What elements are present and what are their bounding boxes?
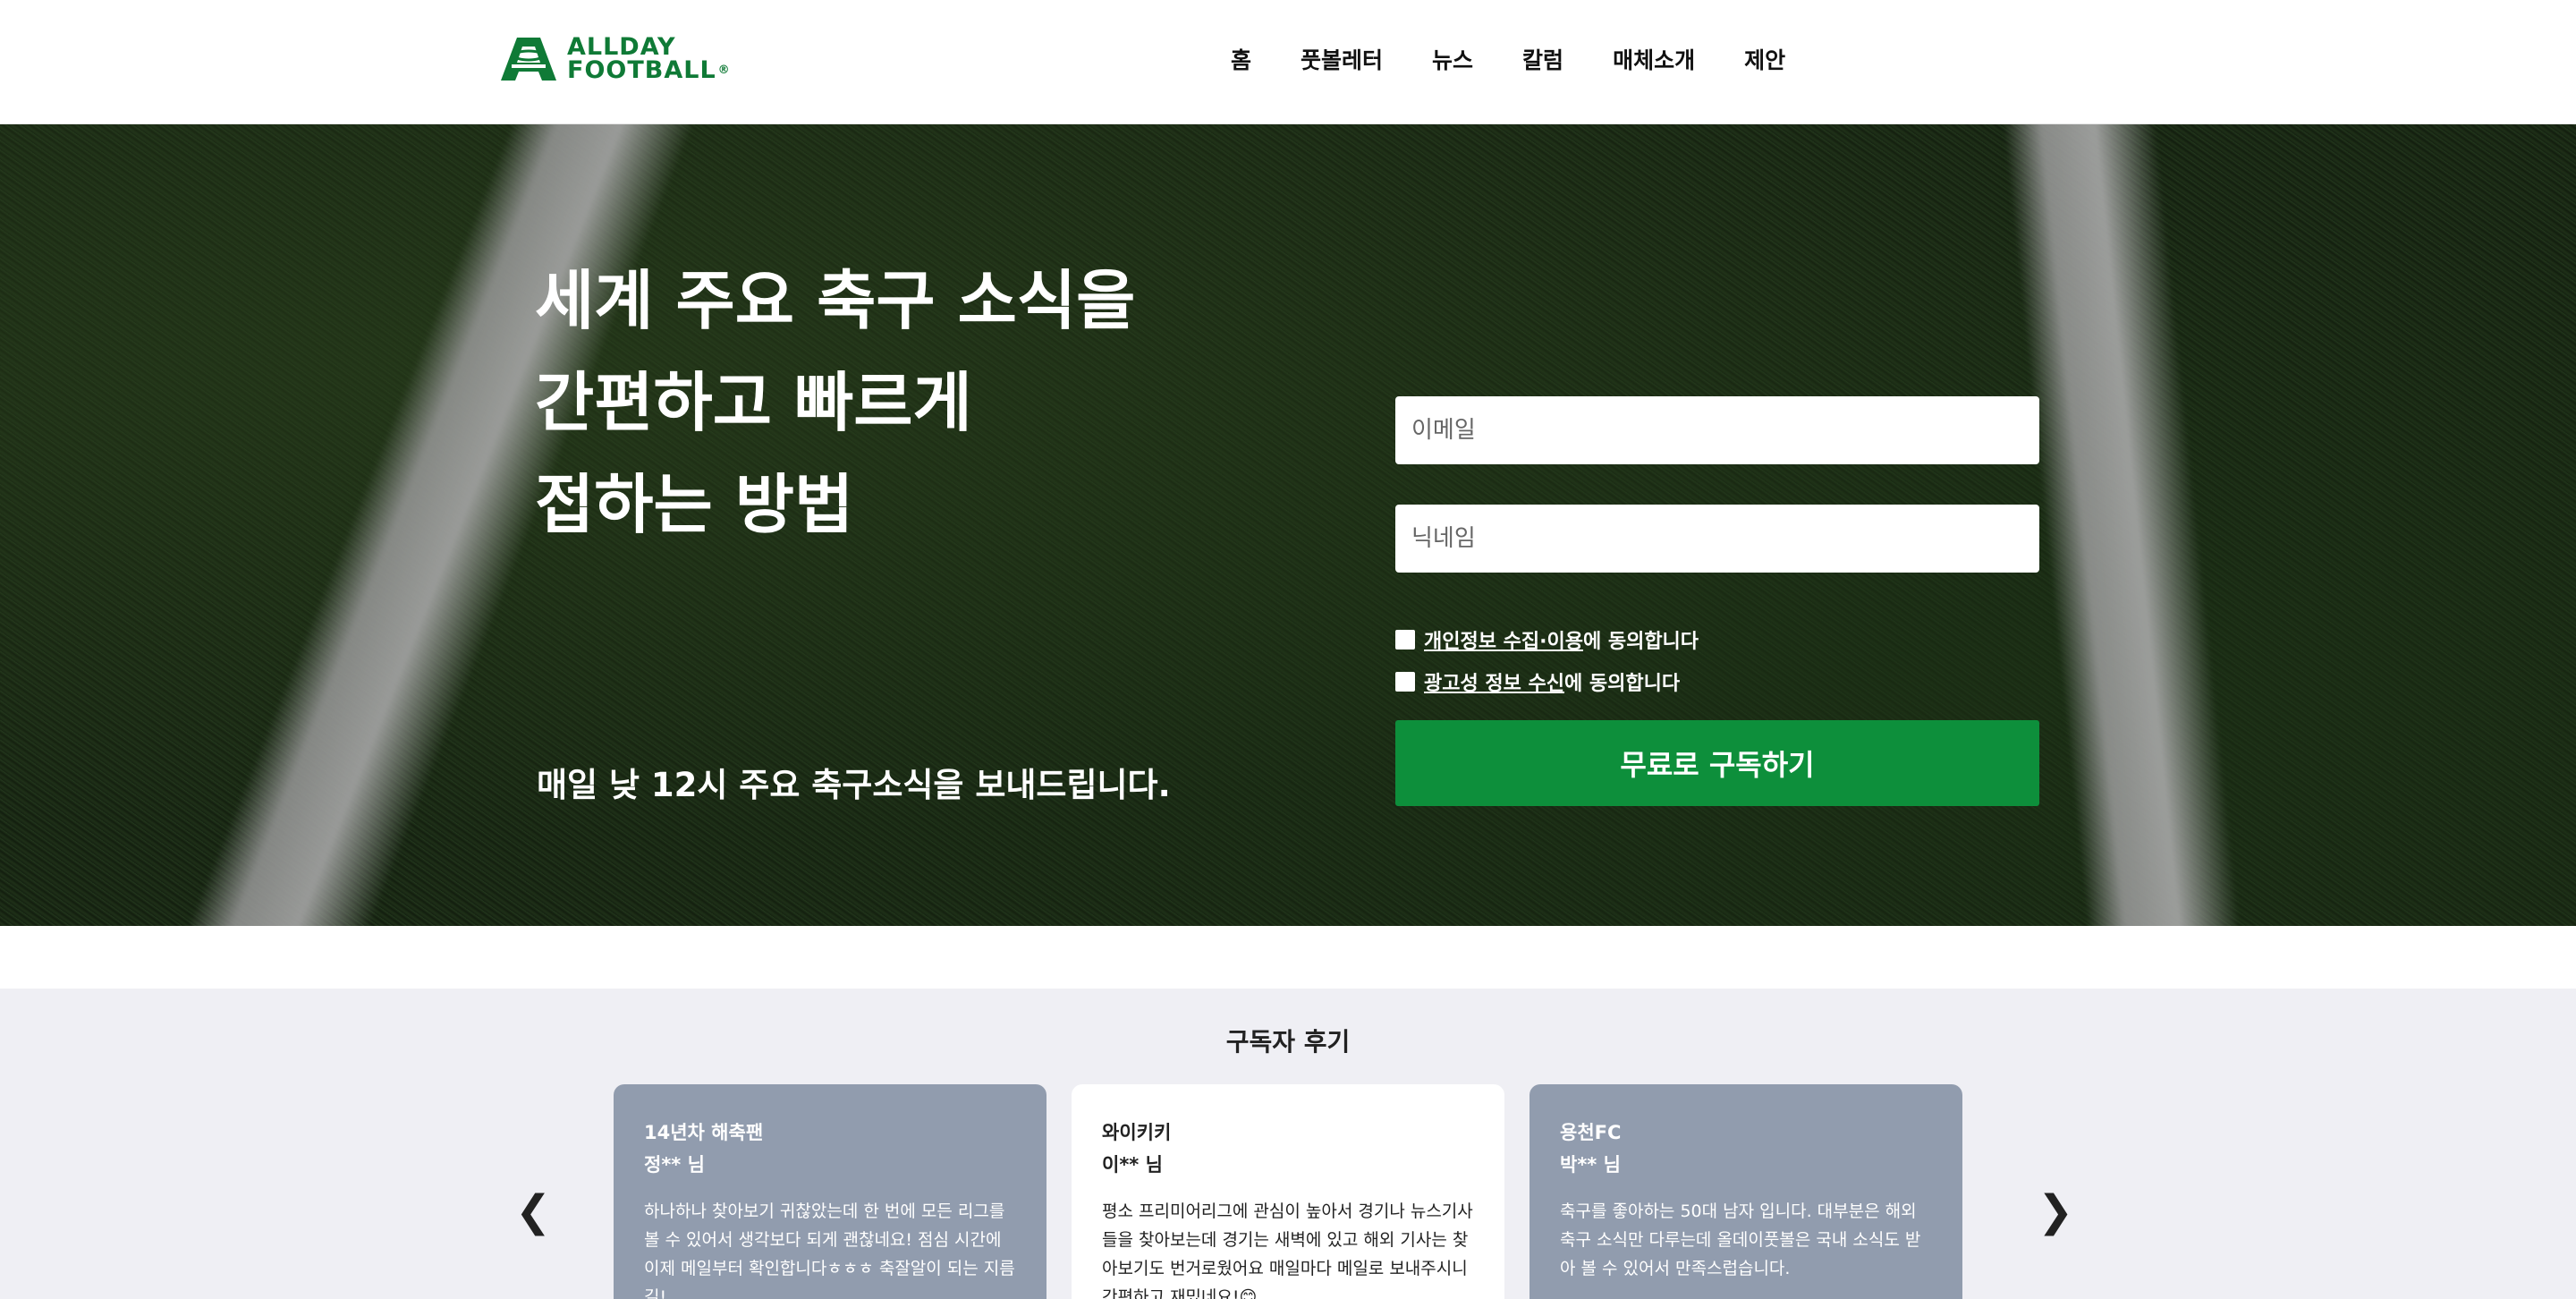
subscribe-button[interactable]: 무료로 구독하기 xyxy=(1395,720,2039,806)
logo-registered-mark: ® xyxy=(717,64,731,77)
nav-home[interactable]: 홈 xyxy=(1231,43,1251,75)
review-card[interactable]: 용천FC 박** 님 축구를 좋아하는 50대 남자 입니다. 대부분은 해외 … xyxy=(1530,1084,1962,1299)
hero-overlay xyxy=(0,124,2576,926)
allday-football-logo[interactable]: ALLDAY FOOTBALL ® xyxy=(499,34,731,84)
review-text: 하나하나 찾아보기 귀찮았는데 한 번에 모든 리그를 볼 수 있어서 생각보다… xyxy=(644,1201,1015,1299)
ads-consent-row: 광고성 정보 수신에 동의합니다 xyxy=(1395,667,1680,696)
headline-line-3: 접하는 방법 xyxy=(535,467,854,542)
headline-line-1: 세계 주요 축구 소식을 xyxy=(535,263,1136,338)
main-nav: 홈 풋볼레터 뉴스 칼럼 매체소개 제안 xyxy=(1216,43,1785,75)
review-team: 용천FC xyxy=(1560,1122,1622,1143)
ads-consent-suffix: 에 동의합니다 xyxy=(1564,673,1681,695)
privacy-policy-link[interactable]: 개인정보 수집·이용 xyxy=(1424,631,1583,653)
headline-line-2: 간편하고 빠르게 xyxy=(535,365,972,440)
review-team: 와이키키 xyxy=(1102,1122,1172,1143)
review-text: 평소 프리미어리그에 관심이 높아서 경기나 뉴스기사들을 찾아보는데 경기는 … xyxy=(1102,1201,1473,1299)
prev-arrow-icon[interactable]: ❮ xyxy=(515,1190,551,1233)
nav-column[interactable]: 칼럼 xyxy=(1522,43,1563,75)
nav-about[interactable]: 매체소개 xyxy=(1613,43,1695,75)
privacy-consent-row: 개인정보 수집·이용에 동의합니다 xyxy=(1395,625,1699,654)
ads-consent-checkbox[interactable] xyxy=(1395,672,1415,692)
privacy-consent-suffix: 에 동의합니다 xyxy=(1582,631,1699,653)
logo-line2: FOOTBALL xyxy=(567,56,716,84)
logo-wordmark: ALLDAY FOOTBALL ® xyxy=(567,35,731,84)
review-card[interactable]: 14년차 해축팬 정** 님 하나하나 찾아보기 귀찮았는데 한 번에 모든 리… xyxy=(614,1084,1046,1299)
review-user: 정** 님 xyxy=(644,1154,705,1176)
ads-consent-label: 광고성 정보 수신에 동의합니다 xyxy=(1424,667,1680,696)
hero-section: 세계 주요 축구 소식을 간편하고 빠르게 접하는 방법 매일 낮 12시 주요… xyxy=(0,124,2576,926)
nav-news[interactable]: 뉴스 xyxy=(1432,43,1473,75)
hero-headline: 세계 주요 축구 소식을 간편하고 빠르게 접하는 방법 xyxy=(535,250,1215,556)
logo-emblem-icon xyxy=(501,38,556,81)
ads-policy-link[interactable]: 광고성 정보 수신 xyxy=(1424,673,1564,695)
reviews-section: 구독자 후기 ❮ ❯ 14년차 해축팬 정** 님 하나하나 찾아보기 귀찮았는… xyxy=(0,989,2576,1299)
privacy-consent-checkbox[interactable] xyxy=(1395,630,1415,650)
review-team: 14년차 해축팬 xyxy=(644,1122,764,1143)
site-header: ALLDAY FOOTBALL ® 홈 풋볼레터 뉴스 칼럼 매체소개 제안 xyxy=(0,0,2576,124)
reviews-title: 구독자 후기 xyxy=(1225,1027,1351,1057)
review-text: 축구를 좋아하는 50대 남자 입니다. 대부분은 해외 축구 소식만 다루는데… xyxy=(1560,1201,1921,1278)
nickname-field[interactable] xyxy=(1395,505,2039,573)
review-card[interactable]: 와이키키 이** 님 평소 프리미어리그에 관심이 높아서 경기나 뉴스기사들을… xyxy=(1072,1084,1504,1299)
review-user: 이** 님 xyxy=(1102,1154,1163,1176)
email-field[interactable] xyxy=(1395,396,2039,464)
hero-subline: 매일 낮 12시 주요 축구소식을 보내드립니다. xyxy=(537,766,1171,804)
nav-football-letter[interactable]: 풋볼레터 xyxy=(1301,43,1383,75)
nav-proposal[interactable]: 제안 xyxy=(1744,43,1785,75)
next-arrow-icon[interactable]: ❯ xyxy=(2038,1190,2073,1233)
review-user: 박** 님 xyxy=(1560,1154,1621,1176)
privacy-consent-label: 개인정보 수집·이용에 동의합니다 xyxy=(1424,625,1699,654)
